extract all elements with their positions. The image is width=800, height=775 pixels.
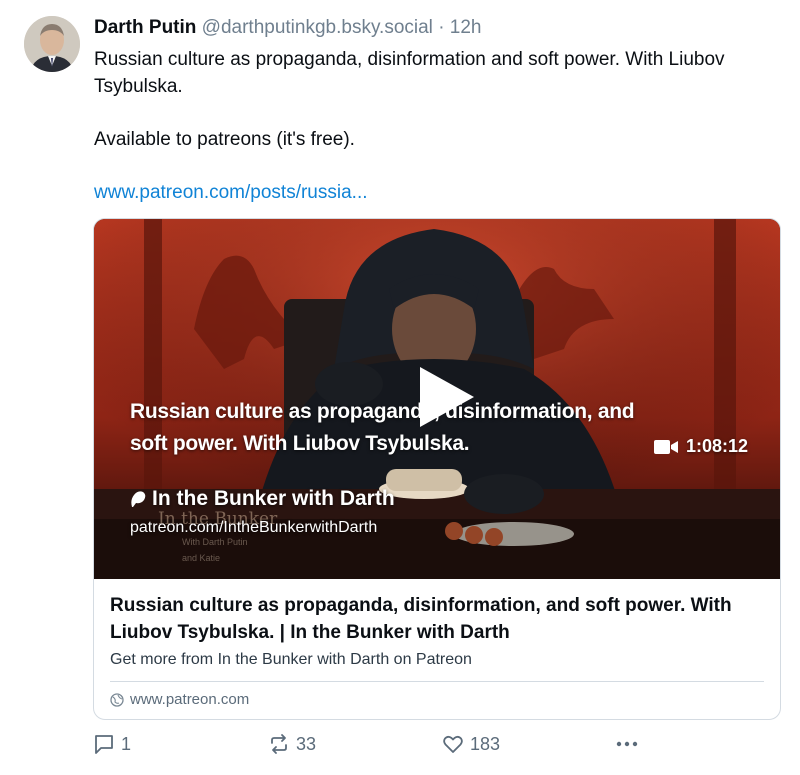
header-separator: · (438, 17, 445, 38)
post-time[interactable]: 12h (450, 17, 482, 38)
card-thumbnail[interactable]: In the Bunker With Darth Putin and Katie… (94, 219, 780, 579)
card-domain: www.patreon.com (110, 682, 764, 708)
video-camera-icon (653, 439, 678, 454)
heart-icon (443, 735, 463, 753)
author-name[interactable]: Darth Putin (94, 17, 196, 38)
play-button[interactable] (412, 364, 478, 430)
card-domain-text: www.patreon.com (130, 691, 250, 708)
link-preview-card[interactable]: In the Bunker With Darth Putin and Katie… (93, 218, 781, 720)
creator-url: patreon.com/IntheBunkerwithDarth (130, 519, 378, 536)
background-book-subtitle-2: and Katie (182, 553, 221, 563)
more-button[interactable] (615, 733, 639, 755)
video-duration: 1:08:12 (653, 436, 748, 457)
repost-button[interactable]: 33 (268, 733, 316, 755)
video-overlay-title: Russian culture as propaganda, disinform… (130, 400, 635, 455)
avatar-image (24, 16, 80, 72)
globe-icon (110, 692, 124, 707)
reply-icon (95, 735, 113, 754)
avatar[interactable] (24, 16, 80, 72)
post-text-line-2: Available to patreons (it's free). (94, 129, 355, 150)
repost-icon (271, 734, 287, 754)
background-book-subtitle-1: With Darth Putin (182, 537, 248, 547)
patreon-logo-icon (131, 491, 146, 507)
post-text-line-1: Russian culture as propaganda, disinform… (94, 49, 725, 97)
creator-label: In the Bunker with Darth (130, 487, 395, 511)
repost-count: 33 (296, 733, 317, 754)
reply-button[interactable]: 1 (93, 733, 131, 755)
reply-count: 1 (121, 733, 132, 754)
duration-text: 1:08:12 (685, 436, 748, 456)
like-button[interactable]: 183 (442, 733, 500, 755)
post-text: Russian culture as propaganda, disinform… (94, 46, 784, 206)
card-title[interactable]: Russian culture as propaganda, disinform… (110, 592, 764, 646)
post-actions: 1 33 183 (93, 733, 653, 757)
post-link[interactable]: www.patreon.com/posts/russia... (94, 182, 368, 203)
author-handle[interactable]: @darthputinkgb.bsky.social (202, 17, 433, 38)
more-icon (616, 741, 638, 747)
post-header: Darth Putin @darthputinkgb.bsky.social ·… (94, 17, 482, 39)
like-count: 183 (470, 733, 501, 754)
card-body: Russian culture as propaganda, disinform… (94, 579, 780, 708)
card-description: Get more from In the Bunker with Darth o… (110, 651, 472, 668)
creator-name: In the Bunker with Darth (152, 487, 395, 510)
play-icon (420, 367, 474, 427)
